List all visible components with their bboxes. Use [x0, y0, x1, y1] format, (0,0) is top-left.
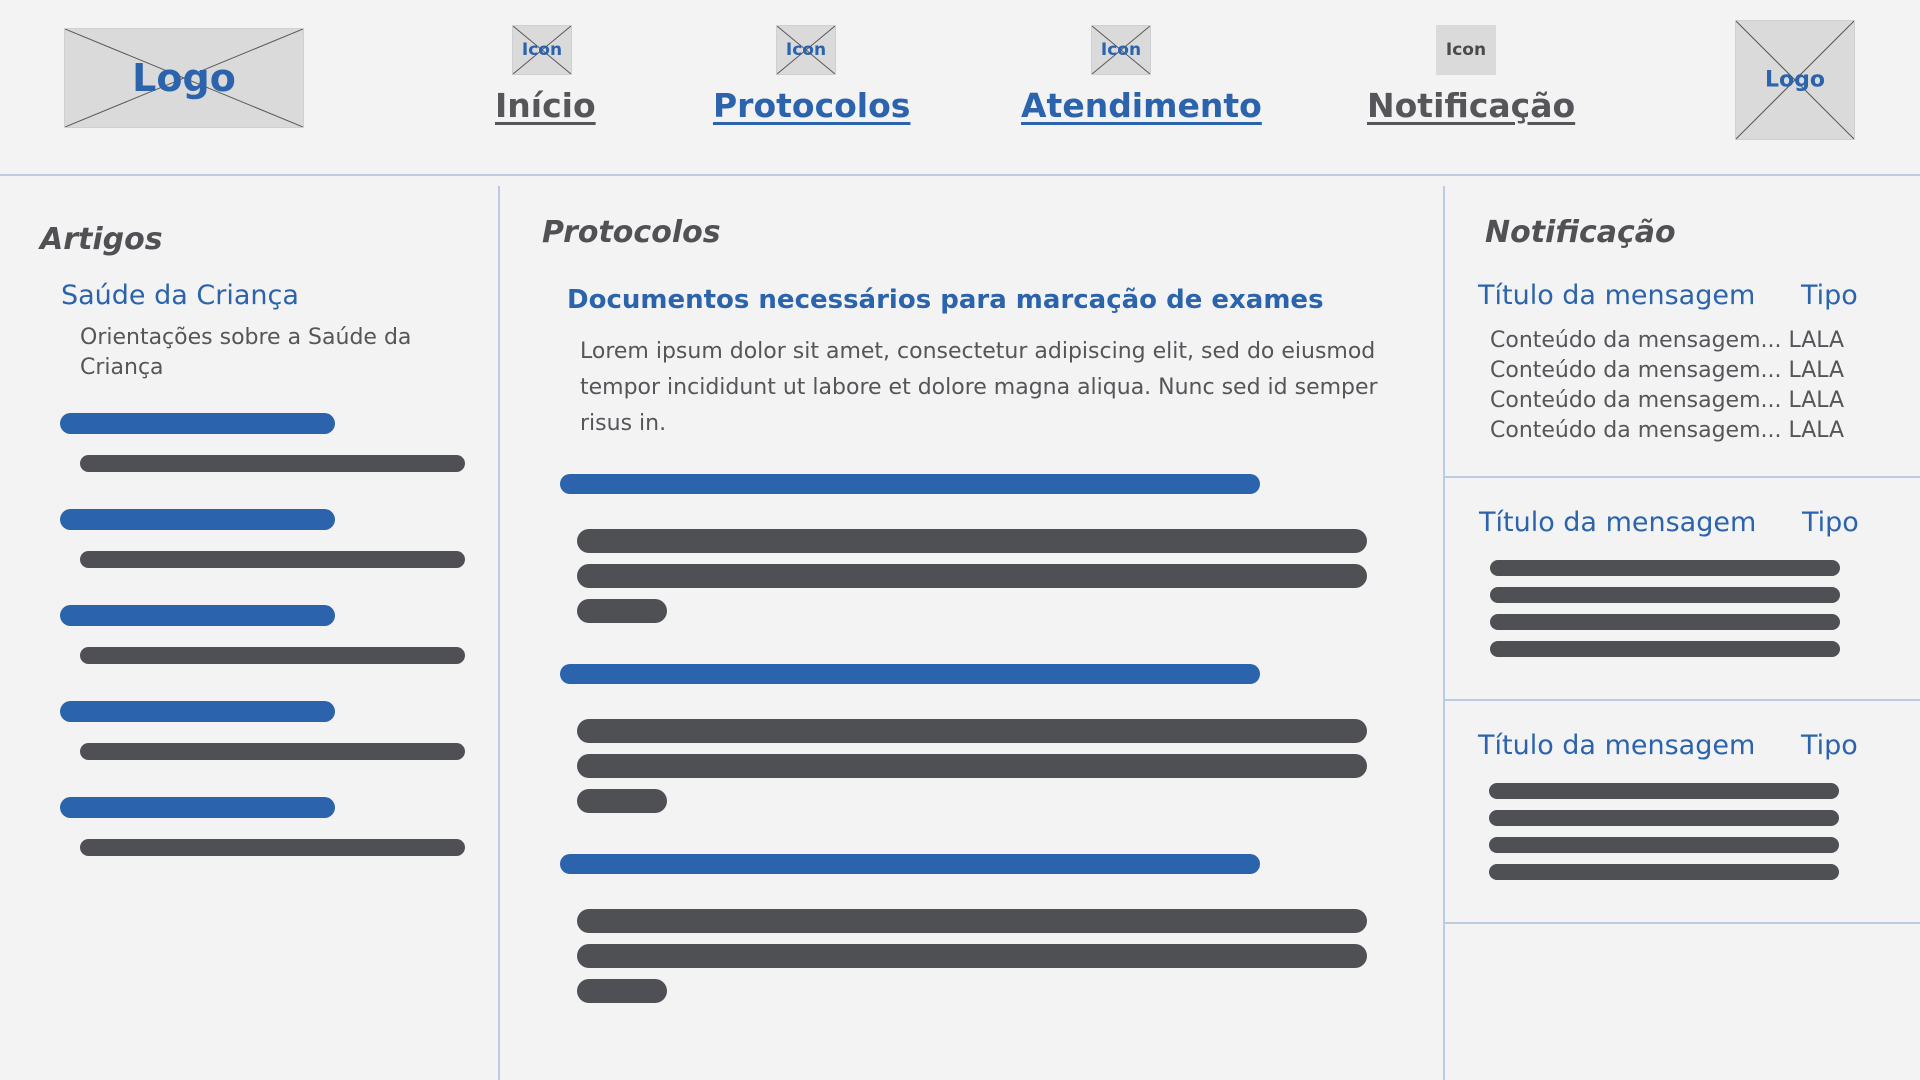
nav-link-inicio[interactable]: Início [495, 86, 596, 125]
protocol-placeholder-text [577, 754, 1367, 778]
article-placeholder-text [80, 743, 465, 760]
logo-right-text: Logo [1765, 67, 1825, 93]
notification-divider [1445, 476, 1920, 478]
notification-icon: Icon [1436, 25, 1496, 75]
articles-title: Artigos [40, 222, 163, 257]
logo-right-placeholder[interactable]: Logo [1735, 20, 1855, 140]
notification-divider [1445, 922, 1920, 924]
protocol-placeholder-title[interactable] [560, 854, 1260, 874]
notification-placeholder-row [1489, 864, 1839, 880]
home-icon-label: Icon [521, 40, 563, 60]
article-placeholder-text [80, 839, 465, 856]
protocol-placeholder-text [577, 789, 667, 813]
article-placeholder-text [80, 647, 465, 664]
notification-type: Tipo [1801, 280, 1858, 311]
notification-title[interactable]: Título da mensagem [1478, 730, 1755, 761]
notification-content-row: Conteúdo da mensagem... LALA [1490, 358, 1845, 383]
notification-placeholder-row [1490, 614, 1840, 630]
article-placeholder-title[interactable] [60, 797, 335, 818]
article-description: Orientações sobre a Saúde da Criança [80, 325, 412, 380]
column-divider-right [1443, 186, 1445, 1080]
protocol-placeholder-title[interactable] [560, 664, 1260, 684]
logo-left-text: Logo [132, 56, 236, 100]
article-placeholder-text [80, 551, 465, 568]
notification-placeholder-row [1490, 641, 1840, 657]
notification-content-row: Conteúdo da mensagem... LALA [1490, 418, 1845, 443]
notification-content-row: Conteúdo da mensagem... LALA [1490, 328, 1845, 353]
protocol-link[interactable]: Documentos necessários para marcação de … [567, 285, 1324, 315]
notification-icon-label: Icon [1445, 40, 1487, 60]
article-placeholder-title[interactable] [60, 605, 335, 626]
protocol-placeholder-text [577, 979, 667, 1003]
notification-title[interactable]: Título da mensagem [1478, 280, 1755, 311]
article-placeholder-text [80, 455, 465, 472]
protocols-icon: Icon [776, 25, 836, 75]
article-placeholder-title[interactable] [60, 701, 335, 722]
notification-placeholder-row [1490, 587, 1840, 603]
notification-divider [1445, 699, 1920, 701]
logo-left-placeholder[interactable]: Logo [64, 28, 304, 128]
protocol-placeholder-text [577, 529, 1367, 553]
nav-link-notificacao[interactable]: Notificação [1367, 86, 1575, 125]
protocol-placeholder-text [577, 909, 1367, 933]
notification-placeholder-row [1489, 783, 1839, 799]
notification-placeholder-row [1489, 837, 1839, 853]
notification-content-row: Conteúdo da mensagem... LALA [1490, 388, 1845, 413]
protocol-placeholder-text [577, 599, 667, 623]
column-divider-left [498, 186, 500, 1080]
nav-link-protocolos[interactable]: Protocolos [713, 86, 910, 125]
protocol-placeholder-title[interactable] [560, 474, 1260, 494]
nav-link-atendimento[interactable]: Atendimento [1021, 86, 1262, 125]
notifications-title: Notificação [1485, 215, 1676, 250]
protocol-placeholder-text [577, 944, 1367, 968]
article-placeholder-title[interactable] [60, 509, 335, 530]
article-placeholder-title[interactable] [60, 413, 335, 434]
service-icon-label: Icon [1100, 40, 1142, 60]
protocol-body: Lorem ipsum dolor sit amet, consectetur … [580, 339, 1378, 436]
protocols-icon-label: Icon [785, 40, 827, 60]
header-divider [0, 174, 1920, 176]
article-link[interactable]: Saúde da Criança [61, 280, 299, 311]
notification-type: Tipo [1801, 730, 1858, 761]
notification-placeholder-row [1490, 560, 1840, 576]
home-icon: Icon [512, 25, 572, 75]
service-icon: Icon [1091, 25, 1151, 75]
protocol-placeholder-text [577, 719, 1367, 743]
notification-title[interactable]: Título da mensagem [1479, 507, 1756, 538]
protocols-title: Protocolos [542, 215, 721, 250]
notification-placeholder-row [1489, 810, 1839, 826]
protocol-placeholder-text [577, 564, 1367, 588]
notification-type: Tipo [1802, 507, 1859, 538]
